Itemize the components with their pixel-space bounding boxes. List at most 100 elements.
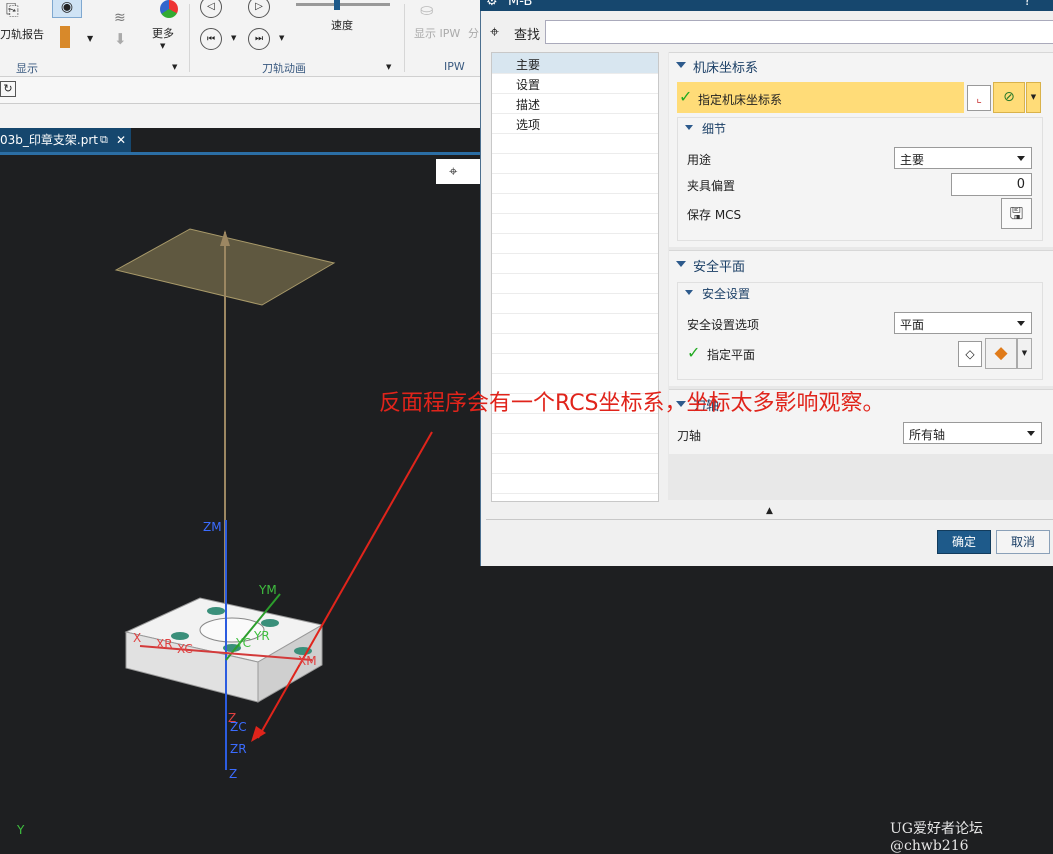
down-arrow-icon[interactable]: ⬇ (114, 30, 127, 48)
tree-row[interactable]: 选项 (492, 113, 658, 134)
section-mcs-title[interactable]: 机床坐标系 (693, 57, 758, 76)
save-mcs-button[interactable]: 🖫 (1001, 198, 1032, 229)
refresh-icon[interactable]: ↻ (0, 81, 16, 97)
details-title[interactable]: 细节 (702, 120, 726, 137)
tool-axis-select[interactable]: 所有轴 (903, 422, 1042, 444)
axis-label-xm: XM (298, 654, 317, 668)
color-wheel-icon[interactable] (160, 0, 178, 18)
forward-dropdown-icon[interactable]: ▼ (279, 34, 284, 42)
chevron-down-icon (1027, 431, 1035, 436)
group-display-expand-icon[interactable]: ▼ (172, 63, 177, 71)
cancel-button[interactable]: 取消 (996, 530, 1050, 554)
split-label[interactable]: 分 (468, 25, 479, 41)
axis-label-z: Z (229, 767, 237, 781)
ribbon: ⎘ 刀轨报告 ◉ ▼ ≋ ⬇ 更多 ▼ 显示 ▼ ◁ ▷ ⏮ ▼ ⏭ ▼ 速度 … (0, 0, 480, 77)
group-display-label: 显示 (16, 62, 38, 75)
dialog-title: M-B (508, 0, 533, 9)
axis-label-xr: XR (156, 637, 173, 651)
dialog-footer-separator (486, 519, 1053, 520)
forward-end-icon[interactable]: ⏭ (248, 28, 270, 50)
speed-slider[interactable] (296, 0, 390, 10)
plane-dialog-button[interactable]: ◇ (958, 341, 982, 367)
fixture-offset-input[interactable]: 0 (951, 173, 1032, 196)
collapse-details-icon[interactable] (685, 125, 693, 130)
tool-icon[interactable] (60, 26, 70, 48)
rewind-icon[interactable]: ⏮ (200, 28, 222, 50)
check-icon: ✓ (687, 343, 701, 362)
collapse-safe-plane-icon[interactable] (676, 261, 686, 267)
annotation-arrow (257, 431, 433, 739)
axis-label-yc: YC (235, 636, 251, 650)
collapse-dialog-icon[interactable]: ▲ (766, 506, 773, 516)
axis-label-y-corner: Y (16, 823, 25, 837)
file-tab[interactable]: 03b_印章支架.prt ⧉ ✕ (0, 128, 131, 152)
specify-mcs-label: 指定机床坐标系 (698, 93, 783, 107)
tree-row[interactable]: 主要 (492, 53, 658, 74)
purpose-value: 主要 (900, 153, 925, 167)
tree-item-main[interactable]: 主要 (516, 56, 540, 73)
safe-option-select[interactable]: 平面 (894, 312, 1032, 334)
group-ipw-label: IPW (444, 60, 465, 73)
chevron-down-icon (1017, 321, 1025, 326)
axis-label-xc: XC (177, 642, 193, 656)
purpose-select[interactable]: 主要 (894, 147, 1032, 169)
view-orient-button[interactable]: ⌖ (436, 159, 480, 184)
tree-item-description[interactable]: 描述 (516, 96, 540, 113)
tree-row-empty (492, 473, 658, 494)
collapse-mcs-icon[interactable] (676, 62, 686, 68)
tool-axis-label: 刀轴 (677, 429, 702, 443)
axis-label-x: X (133, 631, 141, 645)
watermark: UG爱好者论坛@chwb216 (890, 821, 983, 854)
tree-row-empty (492, 353, 658, 374)
viewport-top-border (0, 152, 480, 155)
plane-dropdown-button[interactable]: ▼ (1017, 338, 1032, 369)
graphics-viewport[interactable]: ZM YM YR YC X XR XC XM Z ZC ZR Z Y (0, 155, 480, 840)
dropdown-arrow-icon[interactable]: ▼ (87, 34, 93, 43)
csys-inferred-button[interactable]: ⊘ (993, 82, 1025, 113)
more-label[interactable]: 更多 (152, 25, 174, 41)
rewind-dropdown-icon[interactable]: ▼ (231, 34, 236, 42)
collapse-safe-settings-icon[interactable] (685, 290, 693, 295)
popout-icon[interactable]: ⧉ (100, 128, 108, 152)
tree-row-empty (492, 433, 658, 454)
tree-row-empty (492, 173, 658, 194)
section-safe-plane-title[interactable]: 安全平面 (693, 256, 745, 275)
eye-icon[interactable]: ◉ (52, 0, 82, 18)
layers-icon[interactable]: ≋ (114, 10, 126, 26)
save-mcs-label: 保存 MCS (687, 208, 742, 222)
fixture-offset-label: 夹具偏置 (687, 179, 736, 193)
show-ipw-icon[interactable]: ⛀ (420, 0, 433, 19)
csys-dropdown-button[interactable]: ▼ (1026, 82, 1041, 113)
csys-dialog-button[interactable]: ⌞ (967, 85, 991, 111)
ribbon-separator-2 (404, 4, 405, 72)
close-icon[interactable]: ✕ (116, 128, 126, 152)
check-icon: ✓ (679, 87, 693, 106)
tool-report-icon: ⎘ (6, 0, 19, 19)
speed-slider-handle[interactable] (334, 0, 340, 10)
step-back-icon[interactable]: ◁ (200, 0, 222, 18)
tree-row-empty (492, 333, 658, 354)
step-forward-icon[interactable]: ▷ (248, 0, 270, 18)
find-input[interactable] (545, 20, 1053, 44)
more-dropdown-icon[interactable]: ▼ (160, 42, 165, 50)
tool-report-label[interactable]: 刀轨报告 (0, 26, 44, 42)
chevron-down-icon (1017, 156, 1025, 161)
tree-item-settings[interactable]: 设置 (516, 76, 540, 93)
tree-row[interactable]: 设置 (492, 73, 658, 94)
safe-option-label: 安全设置选项 (687, 318, 760, 332)
group-anim-expand-icon[interactable]: ▼ (386, 63, 391, 71)
dialog-nav-tree: 主要 设置 描述 选项 (491, 52, 659, 502)
tree-row[interactable]: 描述 (492, 93, 658, 114)
annotation-text: 反面程序会有一个RCS坐标系，坐标太多影响观察。 (379, 391, 885, 416)
tree-item-options[interactable]: 选项 (516, 116, 540, 133)
axis-label-zr: ZR (230, 742, 247, 756)
dialog-title-bar[interactable]: ⚙ M-B ? (480, 0, 1053, 11)
help-icon[interactable]: ? (1024, 0, 1031, 9)
safe-option-value: 平面 (900, 318, 925, 332)
plane-inferred-button[interactable]: ◆ (985, 338, 1017, 369)
axis-label-yr: YR (253, 629, 270, 643)
specify-plane-label: 指定平面 (707, 348, 756, 362)
safe-settings-title[interactable]: 安全设置 (702, 285, 750, 302)
show-ipw-label[interactable]: 显示 IPW (414, 25, 460, 41)
ok-button[interactable]: 确定 (937, 530, 991, 554)
